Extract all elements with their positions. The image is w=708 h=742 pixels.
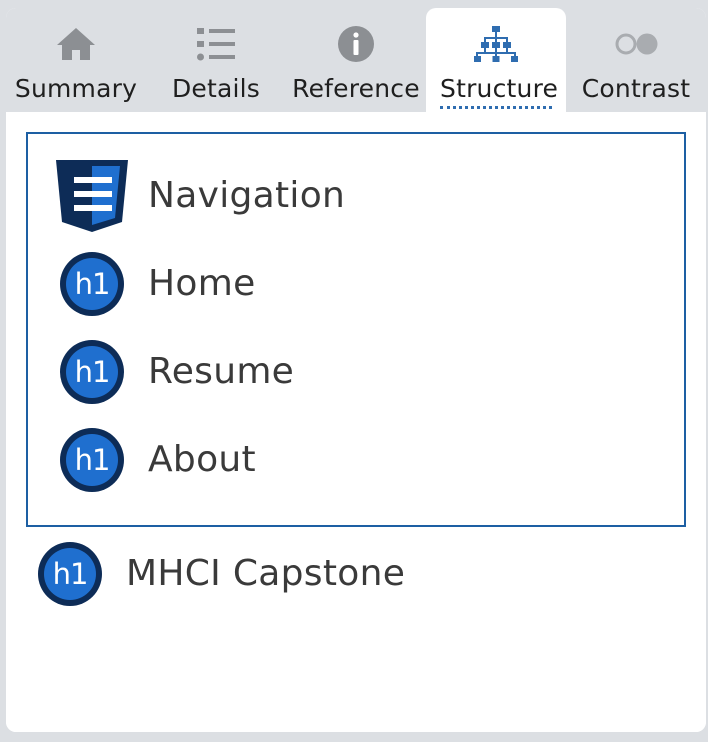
tab-details[interactable]: Details: [146, 8, 286, 112]
heading-row-about[interactable]: h1 About: [56, 424, 656, 496]
h1-heading-icon: h1: [56, 248, 128, 320]
tab-bar: Summary Details Reference Structure Cont…: [6, 8, 706, 112]
contrast-icon: [615, 33, 658, 55]
tab-reference[interactable]: Reference: [286, 8, 426, 112]
active-tab-indicator: [440, 106, 552, 109]
navigation-landmark[interactable]: Navigation h1 Home h1 Resume h1 About: [26, 132, 686, 527]
tab-label: Details: [171, 74, 261, 103]
heading-level: h1: [74, 267, 111, 301]
heading-level: h1: [74, 443, 111, 477]
hierarchy-icon: [474, 26, 518, 62]
heading-row-resume[interactable]: h1 Resume: [56, 336, 656, 408]
landmark-label: Navigation: [148, 175, 346, 216]
heading-level: h1: [52, 557, 89, 591]
tab-label: Summary: [14, 74, 138, 103]
heading-label: Resume: [148, 351, 295, 392]
structure-panel: Summary Details Reference Structure Cont…: [6, 8, 706, 732]
heading-row-mhci-capstone[interactable]: h1 MHCI Capstone: [34, 538, 674, 610]
heading-row-home[interactable]: h1 Home: [56, 248, 656, 320]
heading-level: h1: [74, 355, 111, 389]
h1-heading-icon: h1: [56, 424, 128, 496]
structure-content: Navigation h1 Home h1 Resume h1 About h1…: [6, 112, 706, 732]
h1-heading-icon: h1: [34, 538, 106, 610]
tab-label: Contrast: [581, 74, 691, 103]
heading-label: About: [148, 439, 256, 480]
tab-structure[interactable]: Structure: [426, 8, 566, 112]
heading-label: Home: [148, 263, 256, 304]
navigation-landmark-icon: [56, 160, 128, 232]
h1-heading-icon: h1: [56, 336, 128, 408]
tab-label: Reference: [292, 74, 420, 103]
home-icon: [57, 28, 95, 60]
tab-label: Structure: [440, 74, 559, 103]
tab-summary[interactable]: Summary: [6, 8, 146, 112]
landmark-row[interactable]: Navigation: [56, 160, 656, 232]
tab-contrast[interactable]: Contrast: [566, 8, 706, 112]
info-icon: [338, 26, 374, 62]
heading-label: MHCI Capstone: [126, 553, 406, 594]
list-icon: [197, 28, 235, 61]
